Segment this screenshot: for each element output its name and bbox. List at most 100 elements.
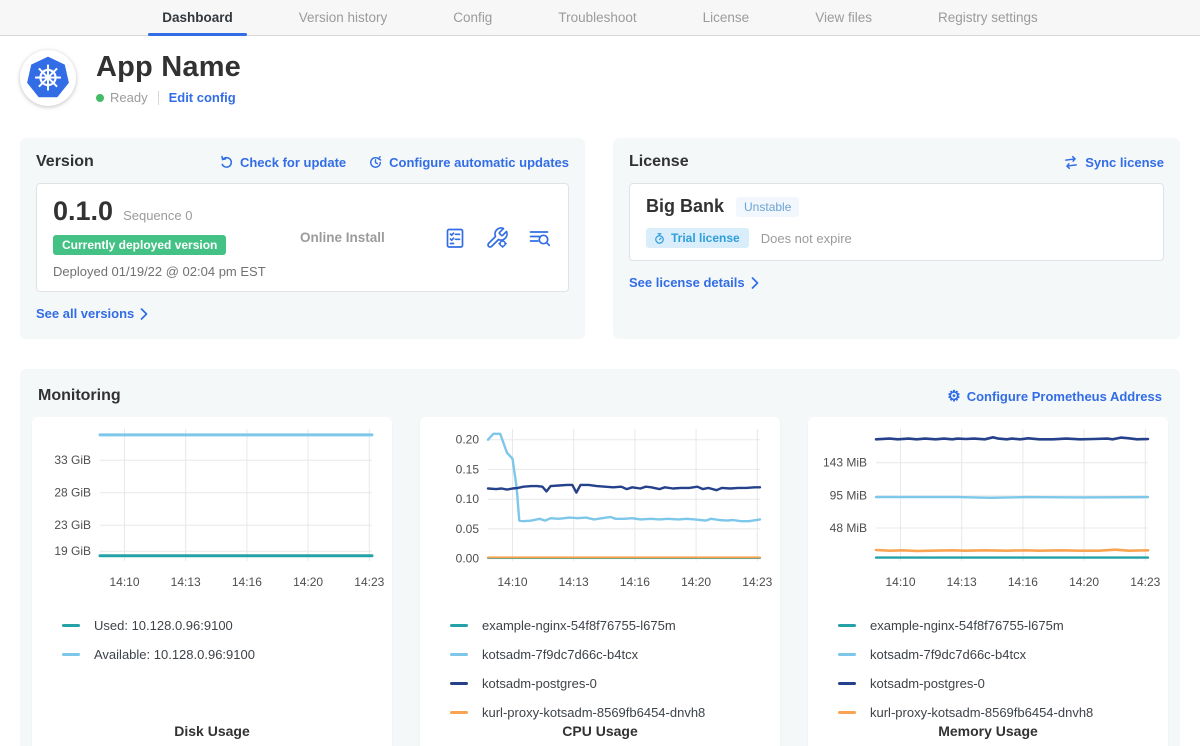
refresh-icon xyxy=(219,155,234,170)
legend-label: example-nginx-54f8f76755-l675m xyxy=(482,618,676,633)
legend-label: kotsadm-7f9dc7d66c-b4tcx xyxy=(482,647,638,662)
app-logo xyxy=(20,50,76,106)
disk-usage-legend: Used: 10.128.0.96:9100 Available: 10.128.… xyxy=(62,611,392,669)
disk-usage-card: 19 GiB 23 GiB 28 GiB 33 GiB 14:10 14:13 14:16 1… xyxy=(32,417,392,746)
tab-registry-settings[interactable]: Registry settings xyxy=(932,0,1044,35)
version-card-title: Version xyxy=(36,153,94,171)
svg-text:28 GiB: 28 GiB xyxy=(54,486,91,500)
legend-swatch xyxy=(62,653,80,656)
legend-item: Used: 10.128.0.96:9100 xyxy=(62,611,392,640)
svg-text:14:10: 14:10 xyxy=(885,575,915,589)
legend-swatch xyxy=(450,624,468,627)
svg-text:95 MiB: 95 MiB xyxy=(830,489,867,503)
preflight-checks-button[interactable] xyxy=(442,225,468,251)
svg-text:48 MiB: 48 MiB xyxy=(830,521,867,535)
version-card: Version Check for update xyxy=(20,138,585,339)
checklist-icon xyxy=(443,226,467,250)
version-number: 0.1.0 xyxy=(53,196,113,227)
top-nav: Dashboard Version history Config Trouble… xyxy=(0,0,1200,36)
kubernetes-icon xyxy=(23,53,73,103)
svg-text:0.15: 0.15 xyxy=(456,462,480,476)
legend-label: kotsadm-postgres-0 xyxy=(870,676,985,691)
svg-text:33 GiB: 33 GiB xyxy=(54,453,91,467)
legend-item: Available: 10.128.0.96:9100 xyxy=(62,640,392,669)
svg-text:14:23: 14:23 xyxy=(1130,575,1160,589)
sync-license-button[interactable]: Sync license xyxy=(1063,155,1164,170)
svg-text:19 GiB: 19 GiB xyxy=(54,544,91,558)
tab-config[interactable]: Config xyxy=(447,0,498,35)
svg-text:14:20: 14:20 xyxy=(1069,575,1099,589)
svg-text:14:10: 14:10 xyxy=(497,575,527,589)
tab-troubleshoot[interactable]: Troubleshoot xyxy=(552,0,642,35)
app-status: Ready xyxy=(110,90,148,105)
tab-view-files[interactable]: View files xyxy=(809,0,878,35)
view-deploy-logs-button[interactable] xyxy=(526,225,552,251)
svg-text:14:10: 14:10 xyxy=(109,575,139,589)
legend-swatch xyxy=(450,711,468,714)
license-card-title: License xyxy=(629,153,689,171)
gear-icon: ⚙ xyxy=(947,389,960,404)
clock-refresh-icon xyxy=(368,155,383,170)
configure-automatic-updates-button[interactable]: Configure automatic updates xyxy=(368,155,569,170)
chevron-right-icon xyxy=(751,277,759,289)
tab-version-history[interactable]: Version history xyxy=(293,0,394,35)
monitoring-section: Monitoring ⚙ Configure Prometheus Addres… xyxy=(20,369,1180,746)
memory-usage-title: Memory Usage xyxy=(808,723,1168,739)
stopwatch-icon xyxy=(653,232,666,245)
legend-label: Available: 10.128.0.96:9100 xyxy=(94,647,255,662)
legend-item: example-nginx-54f8f76755-l675m xyxy=(450,611,780,640)
cpu-usage-legend: example-nginx-54f8f76755-l675m kotsadm-7f… xyxy=(450,611,780,727)
sync-icon xyxy=(1063,155,1079,170)
channel-badge: Unstable xyxy=(736,197,799,217)
svg-text:14:13: 14:13 xyxy=(171,575,201,589)
deployed-timestamp: Deployed 01/19/22 @ 02:04 pm EST xyxy=(53,264,268,279)
license-card: License Sync license Big Bank Unstable xyxy=(613,138,1180,339)
legend-label: kotsadm-7f9dc7d66c-b4tcx xyxy=(870,647,1026,662)
wrench-gear-icon xyxy=(485,226,509,250)
legend-item: example-nginx-54f8f76755-l675m xyxy=(838,611,1168,640)
legend-item: kotsadm-7f9dc7d66c-b4tcx xyxy=(838,640,1168,669)
configure-prometheus-button[interactable]: ⚙ Configure Prometheus Address xyxy=(947,389,1162,404)
memory-usage-card: 48 MiB95 MiB143 MiB14:1014:1314:1614:201… xyxy=(808,417,1168,746)
expiry-label: Does not expire xyxy=(761,231,852,246)
svg-text:23 GiB: 23 GiB xyxy=(54,518,91,532)
divider xyxy=(158,91,159,105)
legend-item: kotsadm-postgres-0 xyxy=(450,669,780,698)
svg-text:14:16: 14:16 xyxy=(620,575,650,589)
tab-dashboard[interactable]: Dashboard xyxy=(156,0,239,35)
license-type-badge: Trial license xyxy=(646,228,749,248)
edit-config-button[interactable] xyxy=(484,225,510,251)
cpu-usage-card: 0.000.050.100.150.2014:1014:1314:1614:20… xyxy=(420,417,780,746)
svg-text:0.00: 0.00 xyxy=(456,552,480,566)
legend-swatch xyxy=(62,624,80,627)
legend-swatch xyxy=(450,682,468,685)
check-for-update-button[interactable]: Check for update xyxy=(219,155,346,170)
tab-license[interactable]: License xyxy=(697,0,756,35)
cpu-usage-chart: 0.000.050.100.150.2014:1014:1314:1614:20… xyxy=(420,419,780,595)
chevron-right-icon xyxy=(140,308,148,320)
app-header: App Name Ready Edit config xyxy=(20,50,1180,106)
legend-swatch xyxy=(450,653,468,656)
legend-item: kotsadm-7f9dc7d66c-b4tcx xyxy=(450,640,780,669)
memory-usage-chart: 48 MiB95 MiB143 MiB14:1014:1314:1614:201… xyxy=(808,419,1168,595)
cpu-usage-title: CPU Usage xyxy=(420,723,780,739)
svg-text:0.10: 0.10 xyxy=(456,492,480,506)
see-all-versions-link[interactable]: See all versions xyxy=(36,306,148,321)
logs-search-icon xyxy=(527,226,552,250)
see-license-details-link[interactable]: See license details xyxy=(629,275,759,290)
svg-text:0.20: 0.20 xyxy=(456,433,480,447)
memory-usage-legend: example-nginx-54f8f76755-l675m kotsadm-7f… xyxy=(838,611,1168,727)
svg-text:0.05: 0.05 xyxy=(456,522,480,536)
legend-label: kotsadm-postgres-0 xyxy=(482,676,597,691)
legend-swatch xyxy=(838,653,856,656)
sequence-label: Sequence 0 xyxy=(123,208,192,223)
legend-swatch xyxy=(838,682,856,685)
legend-label: kurl-proxy-kotsadm-8569fb6454-dnvh8 xyxy=(482,705,705,720)
legend-label: kurl-proxy-kotsadm-8569fb6454-dnvh8 xyxy=(870,705,1093,720)
svg-text:14:16: 14:16 xyxy=(232,575,262,589)
disk-usage-chart: 19 GiB 23 GiB 28 GiB 33 GiB 14:10 14:13 14:16 1… xyxy=(32,419,392,595)
svg-text:14:20: 14:20 xyxy=(293,575,323,589)
svg-text:14:23: 14:23 xyxy=(354,575,384,589)
legend-label: example-nginx-54f8f76755-l675m xyxy=(870,618,1064,633)
edit-config-link[interactable]: Edit config xyxy=(169,90,236,105)
